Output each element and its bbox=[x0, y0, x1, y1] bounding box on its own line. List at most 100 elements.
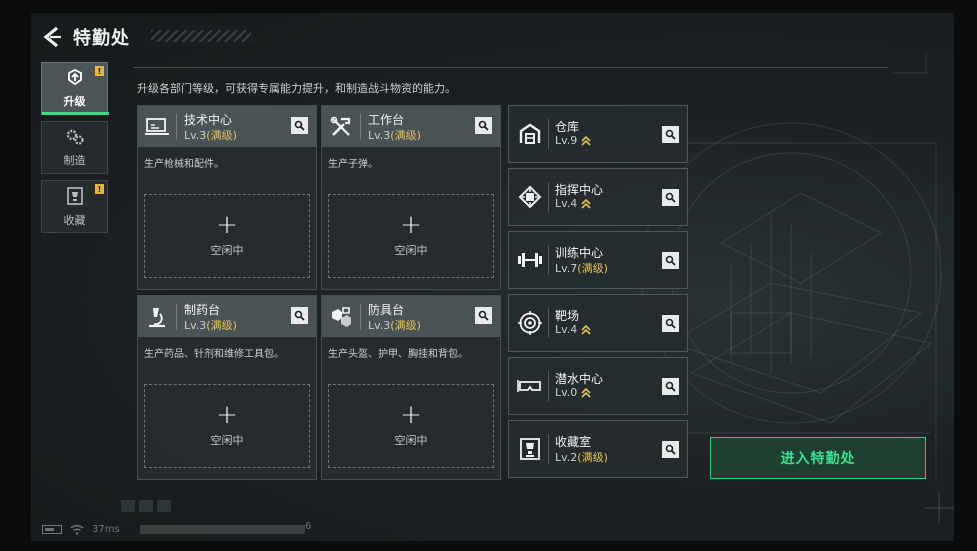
idle-production-slot[interactable]: + 空闲中 bbox=[328, 194, 494, 278]
inspect-button[interactable] bbox=[291, 117, 308, 134]
card-name: 收藏室 bbox=[555, 435, 592, 449]
nav-item-collection[interactable]: ! 收藏 bbox=[41, 180, 108, 233]
back-button[interactable] bbox=[41, 24, 63, 50]
card-level: Lv.3(满级) bbox=[184, 319, 237, 332]
monitor-icon bbox=[144, 114, 170, 140]
inspect-button[interactable] bbox=[662, 315, 679, 332]
nav-label: 收藏 bbox=[63, 213, 86, 227]
department-card-tech-center[interactable]: 技术中心 Lv.3(满级) 生产枪械和配件。 + 空闲中 bbox=[137, 105, 317, 290]
card-name: 指挥中心 bbox=[555, 183, 604, 197]
enter-button-label: 进入特勤处 bbox=[780, 451, 856, 467]
card-level: Lv.9 bbox=[555, 134, 591, 147]
card-level: Lv.3(满级) bbox=[368, 129, 421, 142]
plus-icon: + bbox=[400, 210, 422, 240]
uid-bar bbox=[140, 525, 305, 534]
wifi-icon bbox=[70, 524, 84, 535]
card-header: 工作台 Lv.3(满级) bbox=[322, 106, 500, 147]
card-name: 防具台 bbox=[368, 303, 405, 317]
card-level: Lv.4 bbox=[555, 197, 591, 210]
card-name: 训练中心 bbox=[555, 246, 604, 260]
idle-label: 空闲中 bbox=[394, 244, 428, 257]
magnifier-icon bbox=[665, 255, 676, 266]
inspect-button[interactable] bbox=[662, 252, 679, 269]
maxed-label: (满级) bbox=[390, 129, 421, 142]
nav-label: 升级 bbox=[63, 94, 86, 108]
header: 特勤处 bbox=[41, 23, 130, 51]
inspect-button[interactable] bbox=[475, 117, 492, 134]
notification-badge: ! bbox=[95, 66, 104, 76]
inspect-button[interactable] bbox=[662, 378, 679, 395]
plus-icon: + bbox=[400, 400, 422, 430]
dumbbell-icon bbox=[515, 245, 545, 275]
department-card-shooting-range[interactable]: 靶场 Lv.4 bbox=[508, 294, 688, 352]
idle-label: 空闲中 bbox=[394, 434, 428, 447]
inspect-button[interactable] bbox=[475, 307, 492, 324]
upgrade-available-icon bbox=[581, 324, 591, 335]
department-card-pharmacy[interactable]: 制药台 Lv.3(满级) 生产药品、针剂和维修工具包。 + 空闲中 bbox=[137, 295, 317, 480]
card-level: Lv.3(满级) bbox=[184, 129, 237, 142]
enter-special-ops-button[interactable]: 进入特勤处 bbox=[710, 437, 926, 479]
inspect-button[interactable] bbox=[662, 126, 679, 143]
warehouse-icon bbox=[515, 119, 545, 149]
card-name: 仓库 bbox=[555, 120, 580, 134]
department-card-armor-bench[interactable]: 防具台 Lv.3(满级) 生产头盔、护甲、胸挂和背包。 + 空闲中 bbox=[321, 295, 501, 480]
magnifier-icon bbox=[294, 310, 305, 321]
trophy-icon bbox=[515, 434, 545, 464]
maxed-label: (满级) bbox=[577, 451, 608, 464]
gears-icon bbox=[66, 129, 84, 145]
inspect-button[interactable] bbox=[291, 307, 308, 324]
inspect-button[interactable] bbox=[662, 441, 679, 458]
maxed-label: (满级) bbox=[206, 319, 237, 332]
department-card-warehouse[interactable]: 仓库 Lv.9 bbox=[508, 105, 688, 163]
nav-item-craft[interactable]: 制造 bbox=[41, 121, 108, 174]
upgrade-icon bbox=[67, 68, 82, 85]
magnifier-icon bbox=[294, 120, 305, 131]
card-description: 生产枪械和配件。 bbox=[144, 159, 224, 170]
card-description: 生产子弹。 bbox=[328, 159, 378, 170]
department-card-training-center[interactable]: 训练中心 Lv.7 (满级) bbox=[508, 231, 688, 289]
tools-icon bbox=[328, 114, 354, 140]
diving-mask-icon bbox=[515, 371, 545, 401]
maxed-label: (满级) bbox=[206, 129, 237, 142]
card-name: 制药台 bbox=[184, 303, 221, 317]
card-level: Lv.3(满级) bbox=[368, 319, 421, 332]
department-card-workbench[interactable]: 工作台 Lv.3(满级) 生产子弹。 + 空闲中 bbox=[321, 105, 501, 290]
idle-label: 空闲中 bbox=[210, 244, 244, 257]
upgrade-available-icon bbox=[581, 387, 591, 398]
department-card-command-center[interactable]: 指挥中心 Lv.4 bbox=[508, 168, 688, 226]
collection-icon bbox=[66, 186, 83, 205]
card-name: 潜水中心 bbox=[555, 372, 604, 386]
department-card-diving-center[interactable]: 潜水中心 Lv.0 bbox=[508, 357, 688, 415]
battery-icon bbox=[42, 524, 62, 534]
inspect-button[interactable] bbox=[662, 189, 679, 206]
idle-production-slot[interactable]: + 空闲中 bbox=[328, 384, 494, 468]
ping-readout: 37ms bbox=[92, 523, 120, 535]
back-arrow-icon bbox=[43, 26, 61, 48]
card-description: 生产头盔、护甲、胸挂和背包。 bbox=[328, 349, 468, 360]
microscope-icon bbox=[144, 304, 170, 330]
side-nav: ! 升级 制造 ! 收藏 bbox=[41, 62, 109, 239]
nav-label: 制造 bbox=[63, 153, 86, 167]
nav-item-upgrade[interactable]: ! 升级 bbox=[41, 62, 109, 115]
magnifier-icon bbox=[665, 192, 676, 203]
magnifier-icon bbox=[665, 381, 676, 392]
page-description: 升级各部门等级，可获得专属能力提升，和制造战斗物资的能力。 bbox=[137, 82, 456, 95]
card-header: 防具台 Lv.3(满级) bbox=[322, 296, 500, 337]
page-title: 特勤处 bbox=[73, 28, 130, 49]
plus-icon: + bbox=[216, 400, 238, 430]
magnifier-icon bbox=[478, 310, 489, 321]
card-level: Lv.0 bbox=[555, 386, 591, 399]
target-icon bbox=[515, 308, 545, 338]
plus-icon: + bbox=[216, 210, 238, 240]
magnifier-icon bbox=[665, 318, 676, 329]
notification-badge: ! bbox=[95, 184, 104, 194]
uid-tail: 6 bbox=[305, 521, 312, 532]
idle-production-slot[interactable]: + 空闲中 bbox=[144, 384, 310, 468]
maxed-label: (满级) bbox=[390, 319, 421, 332]
idle-production-slot[interactable]: + 空闲中 bbox=[144, 194, 310, 278]
department-card-collection-room[interactable]: 收藏室 Lv.2 (满级) bbox=[508, 420, 688, 478]
upgrade-available-icon bbox=[581, 135, 591, 146]
card-header: 技术中心 Lv.3(满级) bbox=[138, 106, 316, 147]
device-status-bar: 37ms bbox=[42, 522, 120, 536]
magnifier-icon bbox=[665, 444, 676, 455]
